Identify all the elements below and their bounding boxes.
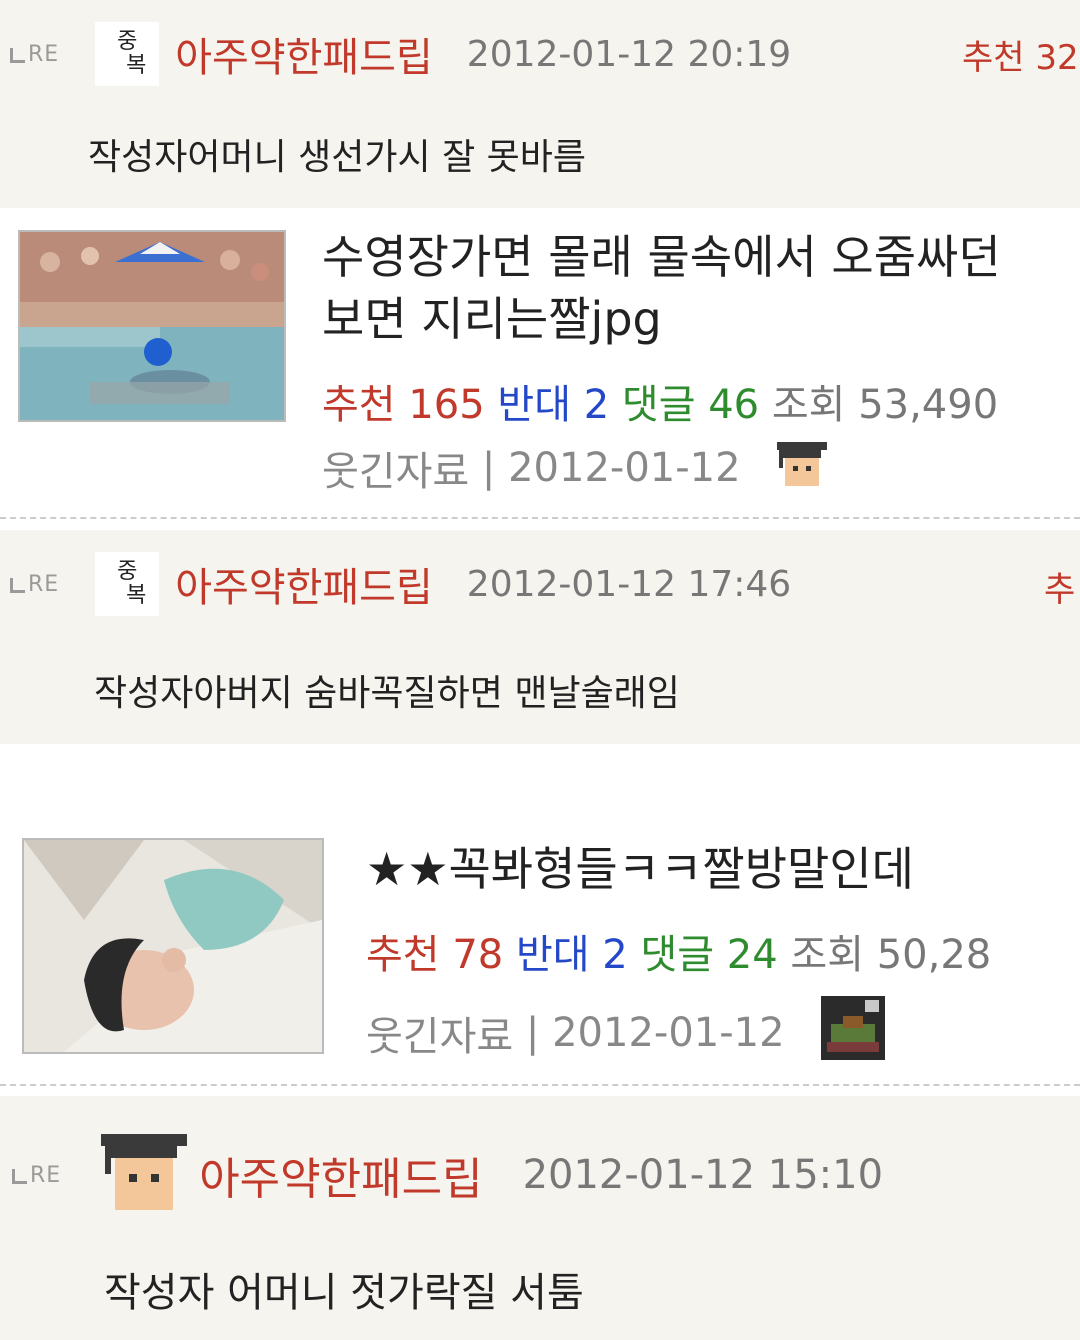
- post-category[interactable]: 웃긴자료: [322, 439, 469, 497]
- recommend-label: 추천: [366, 932, 440, 978]
- graduate-cap-icon: [101, 1130, 188, 1220]
- post-title[interactable]: ★★꼭봐형들ㅋㅋ짤방말인데: [366, 838, 914, 900]
- comment-value: 24: [726, 932, 778, 978]
- post-thumbnail[interactable]: [22, 838, 324, 1054]
- nickname-link[interactable]: 아주약한패드립: [175, 25, 433, 83]
- nickname-link[interactable]: 아주약한패드립: [199, 1143, 482, 1207]
- post-title[interactable]: 수영장가면 몰래 물속에서 오줌싸던 보면 지리는짤jpg: [322, 226, 1001, 350]
- reply-arrow-icon: RE: [10, 42, 59, 67]
- recommend-value: 78: [452, 932, 504, 978]
- reply-timestamp: 2012-01-12 17:46: [466, 563, 792, 605]
- post-meta: 웃긴자료 | 2012-01-12: [366, 996, 885, 1070]
- recommend-count: 추천 32: [962, 38, 1079, 78]
- meta-separator: |: [513, 1010, 553, 1056]
- reply-header: RE 중 복 아주약한패드립 2012-01-12 17:46: [10, 552, 791, 616]
- pool-photo-image: [20, 232, 284, 420]
- post-item[interactable]: 수영장가면 몰래 물속에서 오줌싸던 보면 지리는짤jpg 추천 165 반대 …: [0, 208, 1080, 518]
- oppose-value: 2: [602, 932, 628, 978]
- post-thumbnail[interactable]: [18, 230, 286, 422]
- badge-top-text: 중: [117, 559, 138, 584]
- view-label: 조회: [771, 382, 846, 428]
- post-stats: 추천 165 반대 2 댓글 46 조회 53,490: [322, 372, 998, 430]
- reply-text: 작성자어머니 생선가시 잘 못바름: [88, 137, 587, 178]
- nickname-link[interactable]: 아주약한패드립: [175, 555, 433, 613]
- view-label: 조회: [790, 932, 865, 978]
- woman-photo-image: [24, 840, 322, 1052]
- reply-arrow-icon: RE: [10, 572, 59, 597]
- badge-bottom-text: 복: [126, 53, 147, 78]
- recommend-count: 추: [1044, 570, 1076, 610]
- reply-item: RE 중 복 아주약한패드립 2012-01-12 20:19 추천 32 작성…: [0, 0, 1080, 208]
- post-date: 2012-01-12: [552, 1010, 785, 1056]
- post-date: 2012-01-12: [508, 445, 741, 491]
- comment-value: 46: [708, 382, 760, 428]
- reply-item: RE 중 복 아주약한패드립 2012-01-12 17:46 추 작성자아버지…: [0, 530, 1080, 744]
- badge-bottom-text: 복: [126, 583, 147, 608]
- badge-top-text: 중: [117, 29, 138, 54]
- post-item[interactable]: ★★꼭봐형들ㅋㅋ짤방말인데 추천 78 반대 2 댓글 24 조회 50,28 …: [0, 744, 1080, 1084]
- comment-label: 댓글: [621, 382, 696, 428]
- oppose-label: 반대: [515, 932, 590, 978]
- post-title-line1[interactable]: 수영장가면 몰래 물속에서 오줌싸던: [322, 226, 1001, 288]
- post-title-line2[interactable]: 보면 지리는짤jpg: [322, 288, 1001, 350]
- post-title-line1[interactable]: ★★꼭봐형들ㅋㅋ짤방말인데: [366, 838, 914, 900]
- reply-text: 작성자아버지 숨바꼭질하면 맨날술래임: [94, 673, 680, 714]
- reply-header: RE 중 복 아주약한패드립 2012-01-12 20:19: [10, 22, 791, 86]
- view-value: 53,490: [858, 382, 999, 428]
- post-meta: 웃긴자료 | 2012-01-12: [322, 438, 829, 498]
- reply-item: RE 아주약한패드립 2012-01-12 15:10 작성자 어머니 젓가락질…: [0, 1096, 1080, 1340]
- reply-header: RE 아주약한패드립 2012-01-12 15:10: [12, 1130, 883, 1220]
- graduate-cap-icon: [775, 438, 829, 498]
- user-badge: 중 복: [95, 22, 160, 86]
- character-avatar-icon: [820, 996, 885, 1070]
- recommend-value: 165: [408, 382, 485, 428]
- reply-text: 작성자 어머니 젓가락질 서툼: [104, 1270, 584, 1316]
- oppose-label: 반대: [497, 382, 572, 428]
- user-badge: 중 복: [95, 552, 160, 616]
- meta-separator: |: [469, 445, 509, 491]
- view-value: 50,28: [876, 932, 992, 978]
- reply-timestamp: 2012-01-12 20:19: [466, 33, 792, 75]
- divider: [0, 517, 1080, 519]
- oppose-value: 2: [583, 382, 610, 428]
- recommend-label: 추천: [322, 382, 396, 428]
- comment-label: 댓글: [640, 932, 715, 978]
- post-category[interactable]: 웃긴자료: [366, 1004, 513, 1062]
- reply-timestamp: 2012-01-12 15:10: [522, 1152, 884, 1198]
- reply-arrow-icon: RE: [12, 1163, 61, 1188]
- divider: [0, 1084, 1080, 1086]
- post-stats: 추천 78 반대 2 댓글 24 조회 50,28: [366, 922, 991, 980]
